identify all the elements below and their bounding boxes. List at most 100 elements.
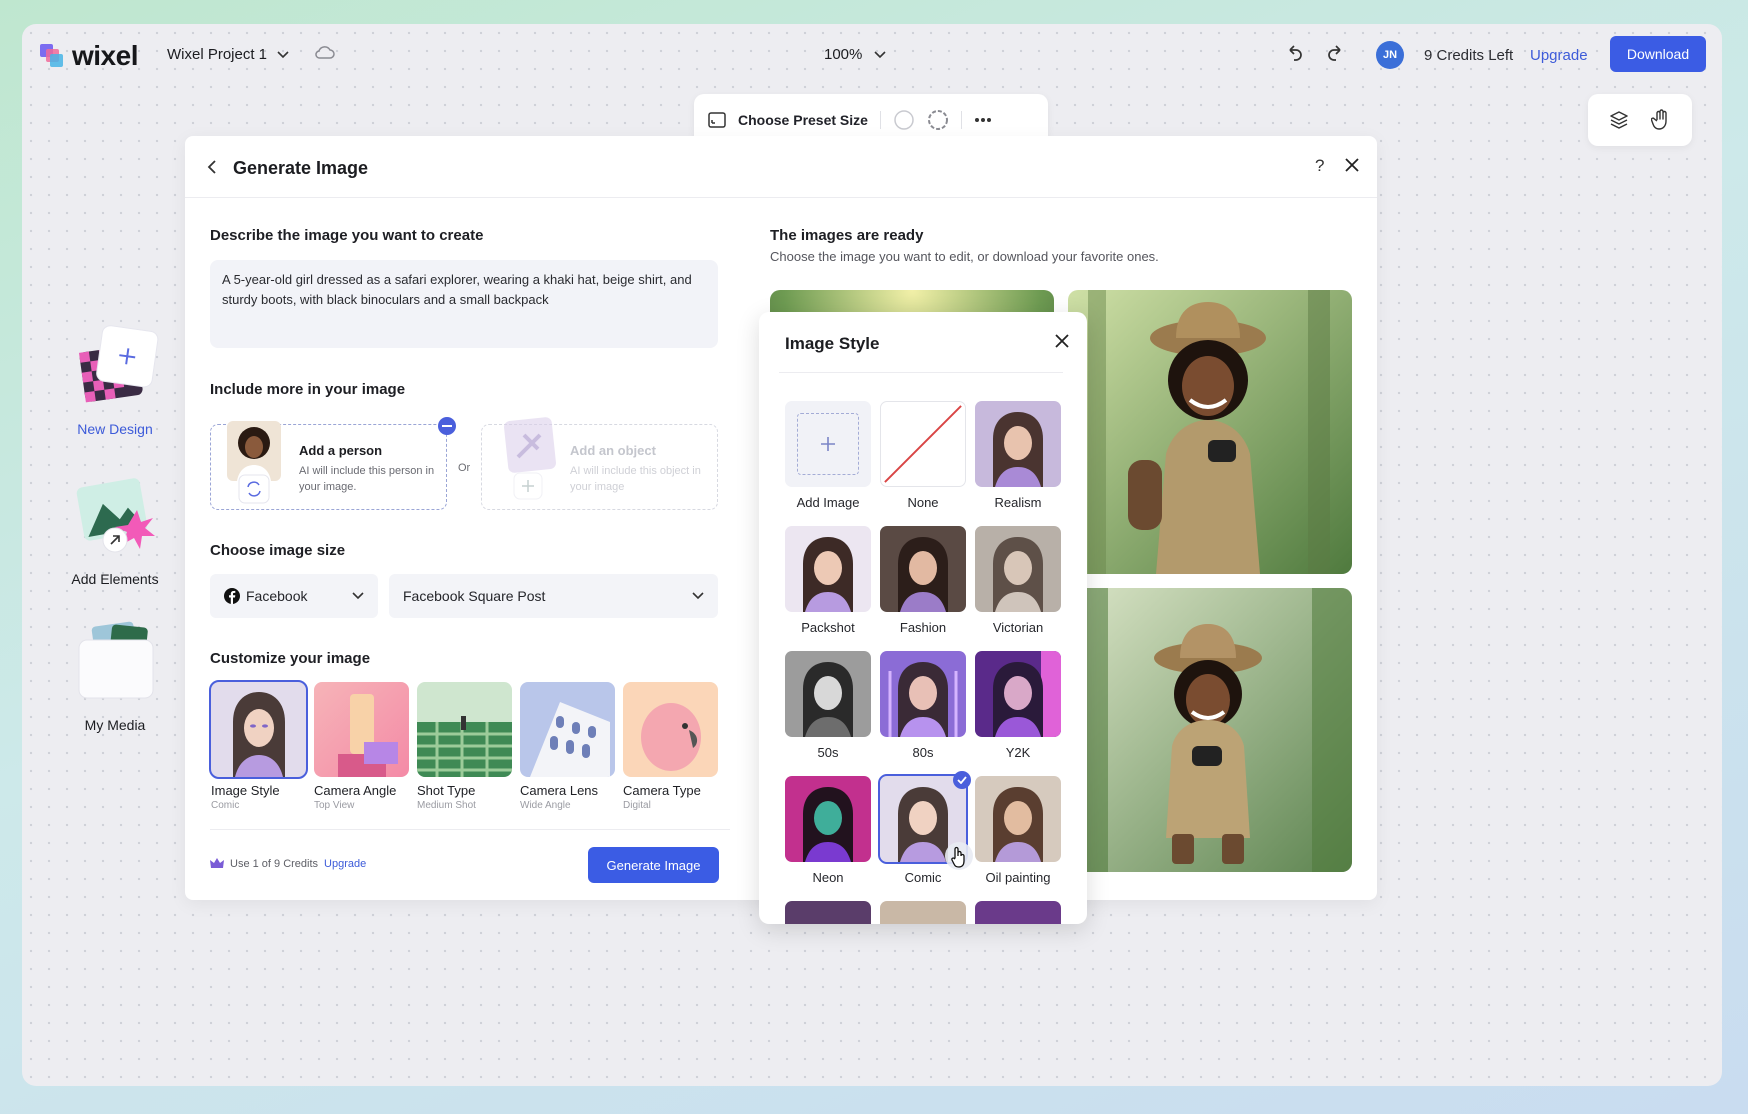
more-icon[interactable] [974, 117, 992, 123]
tile-value: Digital [623, 800, 651, 811]
style-option-label: Y2K [1005, 745, 1031, 760]
credits-left: 9 Credits Left [1424, 47, 1514, 64]
choose-preset-size-button[interactable]: Choose Preset Size [738, 112, 868, 128]
platform-select[interactable]: Facebook [210, 574, 378, 618]
sidebar-item-add-elements[interactable]: Add Elements [46, 470, 184, 587]
tile-name: Camera Lens [520, 783, 599, 798]
folder-icon [78, 621, 154, 699]
remove-person-button[interactable] [438, 417, 456, 435]
upgrade-link[interactable]: Upgrade [324, 858, 366, 870]
facebook-icon [224, 588, 240, 604]
portrait-illustration [880, 526, 966, 612]
style-option-label: Fashion [899, 620, 947, 635]
style-option-50s[interactable]: 50s [785, 651, 871, 760]
generate-image-button[interactable]: Generate Image [588, 847, 719, 883]
style-option-comic[interactable]: Comic [878, 771, 973, 885]
style-option-more[interactable] [785, 901, 871, 924]
upgrade-link[interactable]: Upgrade [1530, 47, 1588, 64]
add-person-card[interactable]: Add a person AI will include this person… [210, 417, 456, 510]
sidebar-item-label: My Media [84, 717, 146, 733]
customize-image-style[interactable]: Image Style Comic [209, 680, 308, 811]
prompt-textarea[interactable]: A 5-year-old girl dressed as a safari ex… [210, 260, 718, 348]
style-option-fashion[interactable]: Fashion [880, 526, 966, 635]
image-style-title: Image Style [785, 334, 880, 353]
portrait-illustration [975, 401, 1061, 487]
customize-camera-type[interactable]: Camera Type Digital [623, 682, 718, 811]
bird-illustration [623, 682, 718, 777]
style-option-more[interactable] [975, 901, 1061, 924]
object-thumbnail [504, 417, 556, 500]
safari-girl-image [1068, 588, 1352, 872]
style-option-label: Victorian [992, 620, 1044, 635]
style-option-realism[interactable]: Realism [975, 401, 1061, 510]
packshot-thumbnail [785, 526, 871, 612]
add-object-card[interactable]: Add an object AI will include this objec… [481, 417, 718, 510]
divider [879, 111, 881, 129]
logo[interactable]: wixel [40, 40, 138, 72]
victorian-thumbnail [975, 526, 1061, 612]
style-option-add-image[interactable]: Add Image [785, 401, 871, 510]
add-object-desc: AI will include this object in your imag… [570, 465, 701, 493]
close-icon[interactable] [1055, 334, 1069, 348]
result-image-3[interactable] [1068, 588, 1352, 872]
80s-thumbnail [880, 651, 966, 737]
zoom-selector[interactable]: 100% [824, 46, 886, 63]
include-title: Include more in your image [210, 381, 406, 398]
panel-header: Generate Image ? [185, 136, 1377, 198]
close-icon[interactable] [1345, 158, 1359, 172]
style-option-packshot[interactable]: Packshot [785, 526, 871, 635]
portrait-illustration [880, 651, 966, 737]
tile-name: Camera Angle [314, 783, 397, 798]
circle-icon[interactable] [893, 109, 915, 131]
hand-icon[interactable] [1651, 109, 1671, 131]
style-option-neon[interactable]: Neon [785, 776, 871, 885]
tube-illustration [314, 682, 409, 777]
style-option-y2k[interactable]: Y2K [975, 651, 1061, 760]
sidebar-item-new-design[interactable]: New Design [46, 320, 184, 437]
fashion-thumbnail [880, 526, 966, 612]
circle-dashed-icon[interactable] [927, 109, 949, 131]
oil-painting-thumbnail [975, 776, 1061, 862]
zoom-level: 100% [824, 46, 863, 63]
camera-angle-thumbnail [314, 682, 409, 777]
customize-camera-angle[interactable]: Camera Angle Top View [314, 682, 409, 811]
style-option-label: Neon [812, 870, 844, 885]
portrait-illustration [975, 526, 1061, 612]
platform-value: Facebook [246, 588, 308, 604]
style-option-none[interactable]: None [880, 401, 966, 510]
style-option-label: Packshot [801, 620, 855, 635]
project-selector[interactable]: Wixel Project 1 [167, 46, 289, 63]
sidebar-item-my-media[interactable]: My Media [46, 616, 184, 733]
results-subtitle: Choose the image you want to edit, or do… [770, 249, 1159, 264]
customize-camera-lens[interactable]: Camera Lens Wide Angle [520, 682, 615, 811]
sidebar-item-label: New Design [77, 421, 153, 437]
chevron-left-icon[interactable] [207, 160, 217, 174]
undo-icon[interactable] [1285, 44, 1303, 62]
style-option-label: None [907, 495, 939, 510]
style-option-victorian[interactable]: Victorian [975, 526, 1061, 635]
portrait-illustration [975, 776, 1061, 862]
results-title: The images are ready [770, 227, 924, 244]
add-object-title: Add an object [570, 443, 656, 458]
style-option-more[interactable] [880, 901, 966, 924]
style-option-oil-painting[interactable]: Oil painting [975, 776, 1061, 885]
download-button[interactable]: Download [1610, 36, 1706, 72]
format-select[interactable]: Facebook Square Post [389, 574, 718, 618]
layers-icon[interactable] [1609, 110, 1629, 130]
safari-girl-image [1068, 290, 1352, 574]
result-image-2[interactable] [1068, 290, 1352, 574]
divider [210, 829, 730, 830]
avatar[interactable]: JN [1376, 41, 1404, 69]
redo-icon[interactable] [1327, 44, 1345, 62]
realism-thumbnail [975, 401, 1061, 487]
style-option-label: Comic [904, 870, 942, 885]
portrait-illustration [975, 651, 1061, 737]
add-person-title: Add a person [299, 443, 383, 458]
style-option-label: 50s [817, 745, 839, 760]
customize-shot-type[interactable]: Shot Type Medium Shot [417, 682, 512, 811]
help-icon[interactable]: ? [1315, 156, 1324, 176]
style-option-80s[interactable]: 80s [880, 651, 966, 760]
chevron-down-icon [692, 592, 704, 600]
cloud-save-icon[interactable] [314, 44, 336, 60]
chevron-down-icon [874, 50, 886, 58]
